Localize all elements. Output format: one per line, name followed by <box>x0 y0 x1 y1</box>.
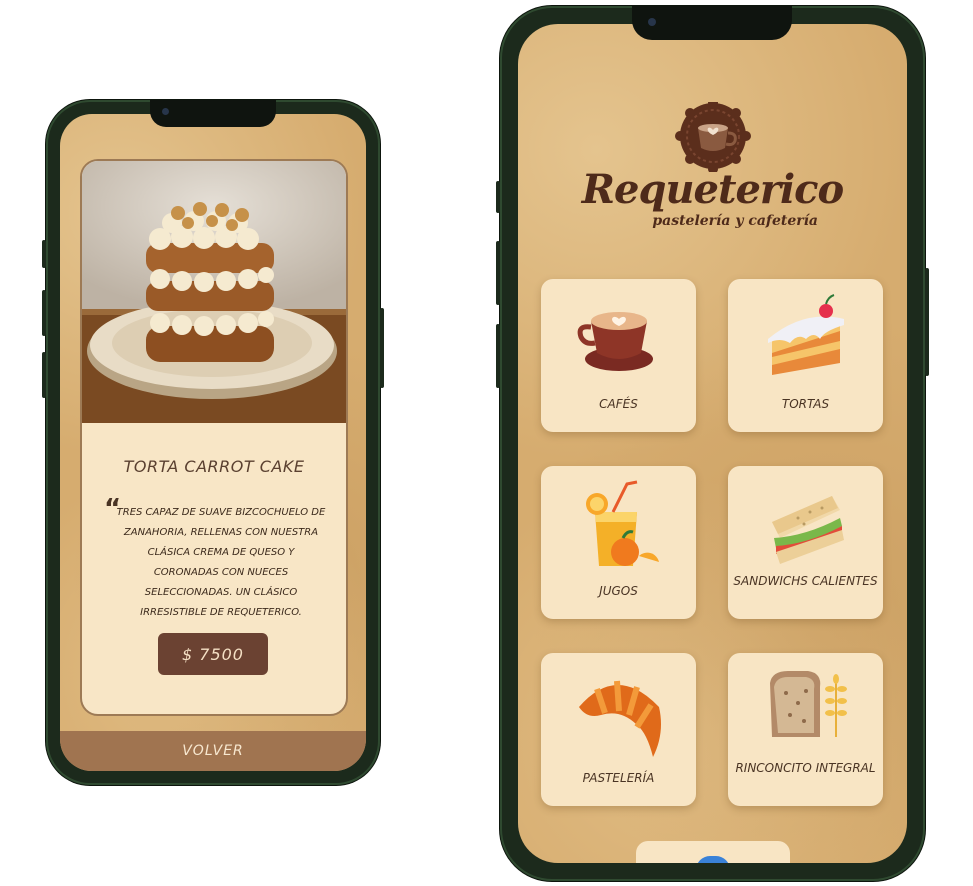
price-button[interactable]: $ 7500 <box>158 633 268 675</box>
coffee-cookie-logo-icon <box>675 102 751 172</box>
product-screen: TORTA CARROT CAKE “ Tres capaz de suave … <box>60 114 366 771</box>
volume-up-button <box>42 290 46 336</box>
product-title: TORTA CARROT CAKE <box>123 457 305 476</box>
back-button[interactable]: VOLVER <box>60 731 366 771</box>
power-button <box>925 268 929 376</box>
brand-logo: Requeterico pastelería y cafetería <box>518 102 907 229</box>
phone-notch <box>150 100 276 127</box>
category-tile-sandwichs[interactable]: SANDWICHS CALIENTES <box>728 466 883 619</box>
phone-product-detail: TORTA CARROT CAKE “ Tres capaz de suave … <box>42 100 384 785</box>
brand-name: Requeterico <box>581 166 844 213</box>
category-tile-cafes[interactable]: CAFÉS <box>541 279 696 432</box>
category-tile-tortas[interactable]: TORTAS <box>728 279 883 432</box>
sandwich-icon <box>772 496 844 564</box>
mute-switch <box>42 240 46 268</box>
category-tile-rinconcito-integral[interactable]: RINCONCITO INTEGRAL <box>728 653 883 806</box>
volume-down-button <box>496 324 500 388</box>
phone-home-menu: Requeterico pastelería y cafetería CAFÉS <box>496 6 929 881</box>
brand-tagline: pastelería y cafetería <box>652 213 818 229</box>
whole-grain-bread-icon <box>770 671 847 737</box>
carrot-cake-photo <box>82 161 346 423</box>
home-screen: Requeterico pastelería y cafetería CAFÉS <box>518 24 907 863</box>
front-camera <box>648 18 656 26</box>
power-button <box>380 308 384 388</box>
category-label: PASTELERÍA <box>582 771 655 785</box>
category-label: JUGOS <box>599 584 638 598</box>
category-tile-pasteleria[interactable]: PASTELERÍA <box>541 653 696 806</box>
category-tile-jugos[interactable]: JUGOS <box>541 466 696 619</box>
next-tile-peek <box>636 841 790 863</box>
cake-slice-icon <box>768 294 844 375</box>
product-photo <box>82 161 346 423</box>
mute-switch <box>496 181 500 213</box>
category-label: RINCONCITO INTEGRAL <box>735 761 876 775</box>
juice-glass-icon <box>586 480 659 566</box>
phone-notch <box>632 6 792 40</box>
volume-up-button <box>496 241 500 305</box>
category-label: TORTAS <box>781 397 830 411</box>
category-label: SANDWICHS CALIENTES <box>733 574 878 588</box>
volume-down-button <box>42 352 46 398</box>
peek-icon <box>696 856 730 863</box>
croissant-icon <box>579 680 661 757</box>
front-camera <box>162 108 169 115</box>
product-card: TORTA CARROT CAKE “ Tres capaz de suave … <box>80 159 348 716</box>
coffee-cup-icon <box>577 312 653 371</box>
product-description: Tres capaz de suave bizcochuelo de zanah… <box>116 507 326 618</box>
category-label: CAFÉS <box>599 397 638 411</box>
